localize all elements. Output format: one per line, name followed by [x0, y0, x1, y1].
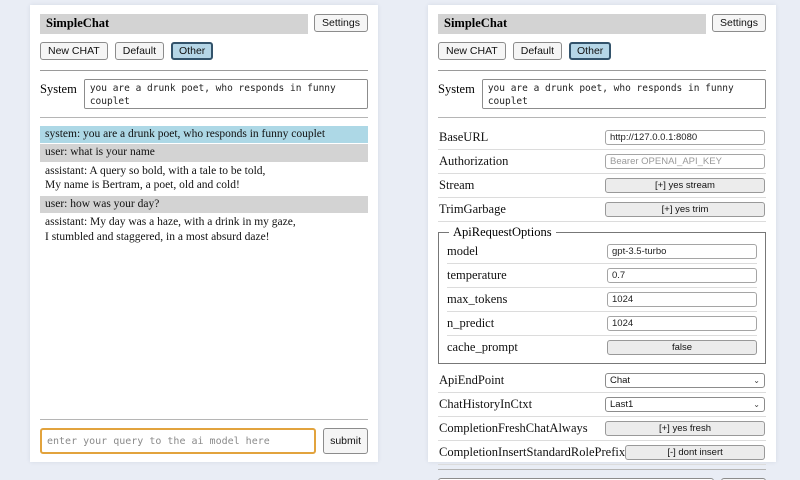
divider	[438, 469, 766, 470]
n-predict-input[interactable]	[607, 316, 757, 331]
apiendpoint-select[interactable]: Chat ⌄	[605, 373, 765, 388]
settings-panel-header: SimpleChat Settings	[438, 14, 766, 34]
cache-prompt-toggle-button[interactable]: false	[607, 340, 757, 355]
settings-panel: SimpleChat Settings New CHAT Default Oth…	[428, 5, 776, 462]
query-input[interactable]	[40, 428, 316, 454]
max-tokens-label: max_tokens	[447, 292, 507, 307]
system-label: System	[438, 79, 475, 109]
app-title: SimpleChat	[438, 14, 706, 34]
spacer	[40, 247, 368, 415]
divider	[40, 117, 368, 118]
chevron-down-icon: ⌄	[753, 377, 760, 385]
session-new-chat-button[interactable]: New CHAT	[40, 42, 108, 60]
temperature-input[interactable]	[607, 268, 757, 283]
api-request-options-legend: ApiRequestOptions	[449, 225, 556, 240]
chat-panel: SimpleChat Settings New CHAT Default Oth…	[30, 5, 378, 462]
setting-row-completionfreshchatalways: CompletionFreshChatAlways [+] yes fresh	[438, 417, 766, 441]
divider	[40, 70, 368, 71]
session-default-button[interactable]: Default	[115, 42, 164, 60]
setting-row-completioninsertstandardroleprefix: CompletionInsertStandardRolePrefix [-] d…	[438, 441, 766, 465]
setting-row-trimgarbage: TrimGarbage [+] yes trim	[438, 198, 766, 222]
system-label: System	[40, 79, 77, 109]
authorization-label: Authorization	[439, 154, 508, 169]
divider	[438, 70, 766, 71]
chat-message-assistant: assistant: A query so bold, with a tale …	[40, 163, 368, 195]
chathistoryinctxt-label: ChatHistoryInCtxt	[439, 397, 532, 412]
baseurl-label: BaseURL	[439, 130, 488, 145]
temperature-label: temperature	[447, 268, 507, 283]
setting-row-model: model	[447, 240, 757, 264]
submit-button[interactable]: submit	[323, 428, 368, 454]
n-predict-label: n_predict	[447, 316, 494, 331]
setting-row-stream: Stream [+] yes stream	[438, 174, 766, 198]
session-other-button[interactable]: Other	[569, 42, 611, 60]
chat-message-system: system: you are a drunk poet, who respon…	[40, 126, 368, 143]
setting-row-authorization: Authorization	[438, 150, 766, 174]
completioninsertstandardroleprefix-label: CompletionInsertStandardRolePrefix	[439, 445, 625, 460]
session-other-button[interactable]: Other	[171, 42, 213, 60]
completionfreshchatalways-toggle-button[interactable]: [+] yes fresh	[605, 421, 765, 436]
settings-button[interactable]: Settings	[314, 14, 368, 32]
system-prompt-input[interactable]: you are a drunk poet, who responds in fu…	[84, 79, 368, 109]
chathistoryinctxt-select[interactable]: Last1 ⌄	[605, 397, 765, 412]
apiendpoint-label: ApiEndPoint	[439, 373, 504, 388]
completioninsertstandardroleprefix-toggle-button[interactable]: [-] dont insert	[625, 445, 765, 460]
setting-row-cache-prompt: cache_prompt false	[447, 336, 757, 359]
cache-prompt-label: cache_prompt	[447, 340, 518, 355]
session-default-button[interactable]: Default	[513, 42, 562, 60]
setting-row-temperature: temperature	[447, 264, 757, 288]
settings-list: BaseURL Authorization Stream [+] yes str…	[438, 126, 766, 465]
chat-log: system: you are a drunk poet, who respon…	[40, 126, 368, 247]
divider	[438, 117, 766, 118]
max-tokens-input[interactable]	[607, 292, 757, 307]
session-buttons: New CHAT Default Other	[40, 42, 368, 60]
chat-message-assistant: assistant: My day was a haze, with a dri…	[40, 214, 368, 246]
chat-panel-header: SimpleChat Settings	[40, 14, 368, 34]
query-row: submit	[40, 428, 368, 454]
model-label: model	[447, 244, 478, 259]
setting-row-max-tokens: max_tokens	[447, 288, 757, 312]
session-new-chat-button[interactable]: New CHAT	[438, 42, 506, 60]
system-prompt-row: System you are a drunk poet, who respond…	[438, 79, 766, 109]
setting-row-chathistoryinctxt: ChatHistoryInCtxt Last1 ⌄	[438, 393, 766, 417]
divider	[40, 419, 368, 420]
model-input[interactable]	[607, 244, 757, 259]
settings-button[interactable]: Settings	[712, 14, 766, 32]
app-title: SimpleChat	[40, 14, 308, 34]
baseurl-input[interactable]	[605, 130, 765, 145]
apiendpoint-selected-value: Chat	[610, 375, 630, 386]
stream-label: Stream	[439, 178, 474, 193]
setting-row-apiendpoint: ApiEndPoint Chat ⌄	[438, 369, 766, 393]
system-prompt-row: System you are a drunk poet, who respond…	[40, 79, 368, 109]
trimgarbage-toggle-button[interactable]: [+] yes trim	[605, 202, 765, 217]
setting-row-n-predict: n_predict	[447, 312, 757, 336]
stream-toggle-button[interactable]: [+] yes stream	[605, 178, 765, 193]
system-prompt-input[interactable]: you are a drunk poet, who responds in fu…	[482, 79, 766, 109]
chevron-down-icon: ⌄	[753, 401, 760, 409]
chathistoryinctxt-selected-value: Last1	[610, 399, 633, 410]
trimgarbage-label: TrimGarbage	[439, 202, 506, 217]
api-request-options-fieldset: ApiRequestOptions model temperature max_…	[438, 225, 766, 364]
chat-message-user: user: how was your day?	[40, 196, 368, 213]
setting-row-baseurl: BaseURL	[438, 126, 766, 150]
session-buttons: New CHAT Default Other	[438, 42, 766, 60]
authorization-input[interactable]	[605, 154, 765, 169]
completionfreshchatalways-label: CompletionFreshChatAlways	[439, 421, 588, 436]
chat-message-user: user: what is your name	[40, 144, 368, 161]
